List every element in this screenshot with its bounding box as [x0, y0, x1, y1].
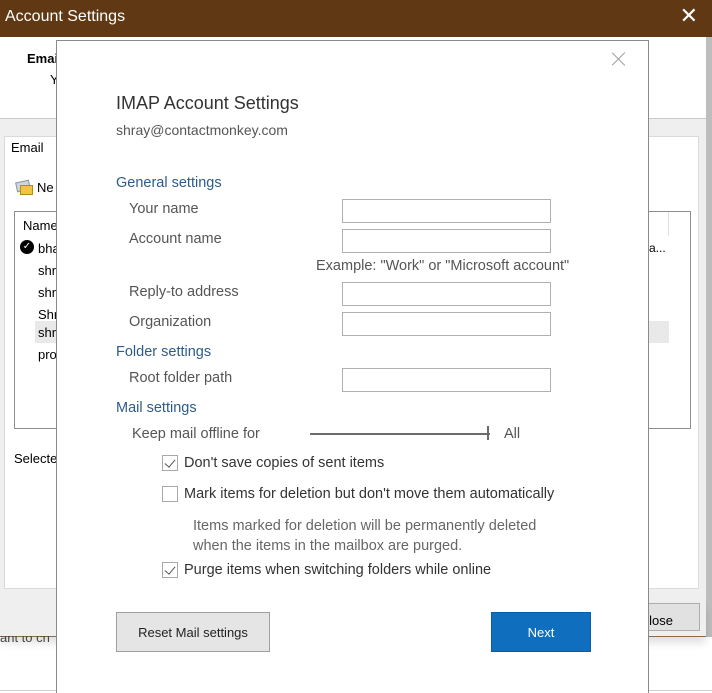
window-title: Account Settings	[5, 8, 126, 25]
account-name-hint: Example: "Work" or "Microsoft account"	[316, 258, 570, 274]
account-email: shray@contactmonkey.com	[116, 122, 288, 138]
account-name-label: Account name	[129, 231, 222, 247]
close-icon[interactable]	[610, 50, 628, 68]
window-titlebar: Account Settings ✕	[0, 0, 712, 37]
root-folder-input[interactable]	[342, 368, 551, 392]
dont-save-sent-checkbox[interactable]	[162, 455, 178, 471]
new-account-button[interactable]: Ne	[15, 179, 54, 195]
checkbox-label: Mark items for deletion but don't move t…	[184, 486, 555, 502]
your-name-label: Your name	[129, 201, 199, 217]
column-header-name[interactable]: Name	[23, 218, 58, 233]
checkbox-label: Don't save copies of sent items	[184, 455, 385, 471]
mail-settings-heading: Mail settings	[116, 400, 197, 416]
list-item[interactable]: pro	[38, 347, 57, 362]
truncated-cell: a...	[649, 241, 666, 255]
organization-input[interactable]	[342, 312, 551, 336]
imap-account-settings-dialog: IMAP Account Settings shray@contactmonke…	[56, 40, 649, 693]
dialog-title: IMAP Account Settings	[116, 93, 299, 113]
list-item[interactable]: shr	[38, 285, 56, 300]
new-button-label: Ne	[37, 180, 54, 195]
mark-for-deletion-checkbox-row[interactable]: Mark items for deletion but don't move t…	[162, 486, 554, 502]
reply-to-label: Reply-to address	[129, 284, 239, 300]
keep-offline-value: All	[504, 426, 521, 442]
deletion-note-line: when the items in the mailbox are purged…	[193, 538, 463, 554]
close-icon[interactable]: ✕	[680, 5, 698, 27]
selected-account-label: Selecte	[14, 451, 58, 466]
tab-email[interactable]: Email	[4, 136, 51, 159]
deletion-note-line: Items marked for deletion will be perman…	[193, 518, 537, 534]
list-item[interactable]: shr	[38, 263, 56, 278]
footer-text: ant to ch	[0, 636, 50, 645]
dont-save-sent-checkbox-row[interactable]: Don't save copies of sent items	[162, 455, 384, 471]
purge-items-checkbox-row[interactable]: Purge items when switching folders while…	[162, 562, 491, 578]
reply-to-input[interactable]	[342, 282, 551, 306]
header-title: Emai	[27, 51, 59, 66]
column-separator[interactable]	[668, 212, 669, 236]
reset-mail-settings-button[interactable]: Reset Mail settings	[116, 612, 270, 652]
purge-items-checkbox[interactable]	[162, 562, 178, 578]
organization-label: Organization	[129, 314, 212, 330]
general-settings-heading: General settings	[116, 175, 222, 191]
deletion-note: Items marked for deletion will be perman…	[193, 516, 593, 556]
your-name-input[interactable]	[342, 199, 551, 223]
window-edge	[706, 37, 712, 637]
checkmark-circle-icon: ✓	[20, 240, 34, 254]
mark-for-deletion-checkbox[interactable]	[162, 486, 178, 502]
keep-offline-slider[interactable]	[310, 433, 490, 435]
envelope-icon	[15, 179, 33, 195]
account-name-input[interactable]	[342, 229, 551, 253]
next-button[interactable]: Next	[491, 612, 591, 652]
keep-offline-label: Keep mail offline for	[132, 426, 260, 442]
slider-thumb[interactable]	[487, 426, 489, 440]
folder-settings-heading: Folder settings	[116, 344, 212, 360]
list-item[interactable]: shr	[38, 325, 56, 340]
checkbox-label: Purge items when switching folders while…	[184, 562, 492, 578]
root-folder-label: Root folder path	[129, 370, 233, 386]
